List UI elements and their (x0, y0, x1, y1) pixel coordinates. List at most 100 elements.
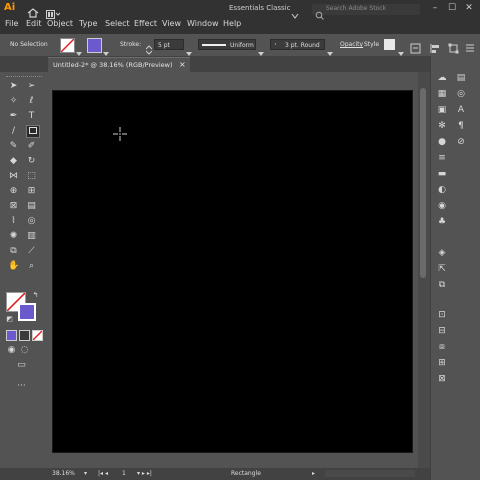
arrange-documents-icon[interactable] (46, 4, 61, 19)
status-menu-icon[interactable]: ▸ (312, 470, 315, 477)
menu-select[interactable]: Select (105, 19, 130, 28)
libraries-panel-icon[interactable]: ◎ (455, 89, 467, 99)
brushes-panel-icon[interactable]: ✻ (436, 121, 448, 131)
gradient-mode-button[interactable] (19, 330, 30, 341)
color-panel-icon[interactable]: ☁ (436, 73, 448, 83)
opacity-label[interactable]: Opacity (340, 41, 363, 48)
artboard[interactable] (52, 90, 413, 453)
transform-panel-icon[interactable]: ⊡ (436, 310, 448, 320)
magic-wand-tool-icon[interactable]: ✧ (8, 96, 19, 106)
eyedropper-tool-icon[interactable]: ⌇ (8, 216, 19, 226)
style-label: Style (364, 41, 380, 48)
color-mode-button[interactable] (6, 330, 17, 341)
document-tab-title: Untitled-2* @ 38.16% (RGB/Preview) (53, 61, 173, 69)
selection-tool-icon[interactable]: ➤ (8, 81, 19, 91)
minimize-button[interactable]: – (430, 3, 440, 13)
mesh-tool-icon[interactable]: ⊠ (8, 201, 19, 211)
swatches-panel-icon[interactable]: ▣ (436, 105, 448, 115)
default-colors-icon[interactable]: ◩ (4, 314, 15, 324)
symbols-panel-icon[interactable]: ● (436, 137, 448, 147)
graphic-style-swatch[interactable] (384, 39, 395, 50)
transparency-panel-icon[interactable]: ◐ (436, 185, 448, 195)
slice-tool-icon[interactable]: ⟋ (26, 246, 37, 256)
menu-file[interactable]: File (5, 19, 18, 28)
color-guide-icon[interactable]: ▦ (436, 89, 448, 99)
symbol-sprayer-tool-icon[interactable]: ✺ (8, 231, 19, 241)
vertical-scroll-thumb[interactable] (420, 88, 426, 278)
next-artboard-icon[interactable]: ▾ ▸ ▸| (137, 470, 152, 477)
perspective-grid-tool-icon[interactable]: ⊞ (26, 186, 37, 196)
artboard-number[interactable]: 1 (122, 470, 126, 477)
menu-edit[interactable]: Edit (26, 19, 42, 28)
opentype-panel-icon[interactable]: ⊘ (455, 137, 467, 147)
layers-panel-icon[interactable]: ◈ (436, 248, 448, 258)
lasso-tool-icon[interactable]: ℓ (26, 96, 37, 106)
eraser-tool-icon[interactable]: ◆ (8, 156, 19, 166)
stroke-weight-field[interactable]: 5 pt (154, 39, 184, 50)
direct-selection-tool-icon[interactable]: ➢ (26, 81, 37, 91)
character-panel-icon[interactable]: A (455, 105, 467, 115)
none-mode-button[interactable] (32, 330, 43, 341)
stroke-swatch[interactable] (87, 38, 102, 53)
draw-normal-icon[interactable]: ◉ (6, 345, 17, 355)
swap-fill-stroke-icon[interactable]: ↰ (30, 290, 41, 300)
close-document-button[interactable]: × (179, 60, 186, 69)
search-stock-input[interactable]: Search Adobe Stock (312, 4, 420, 20)
menu-object[interactable]: Object (47, 19, 73, 28)
pathfinder-panel-icon[interactable]: ⧈ (436, 342, 448, 352)
graphic-styles-panel-icon[interactable]: ♣ (436, 217, 448, 227)
maximize-button[interactable]: ☐ (447, 3, 457, 13)
brush-definition[interactable]: · 3 pt. Round (270, 39, 325, 50)
type-tool-icon[interactable]: T (26, 111, 37, 121)
width-tool-icon[interactable]: ⋈ (8, 171, 19, 181)
links-panel-icon[interactable]: ⊠ (436, 374, 448, 384)
fill-swatch[interactable] (60, 38, 75, 53)
menu-effect[interactable]: Effect (134, 19, 157, 28)
artboards-panel-icon[interactable]: ⧉ (436, 280, 448, 290)
appearance-panel-icon[interactable]: ◉ (436, 201, 448, 211)
column-graph-tool-icon[interactable]: ▥ (26, 231, 37, 241)
pen-tool-icon[interactable]: ✒ (8, 111, 19, 121)
stroke-label[interactable]: Stroke: (120, 41, 141, 48)
change-screen-mode-icon[interactable]: ▭ (16, 360, 27, 370)
draw-behind-icon[interactable]: ◌ (19, 345, 30, 355)
zoom-level[interactable]: 38.16% (52, 470, 75, 477)
status-bar: 38.16% ▾ |◂ ◂ 1 ▾ ▸ ▸| Rectangle ▸ (0, 468, 430, 480)
navigator-panel-icon[interactable]: ⊞ (436, 358, 448, 368)
stroke-color-box[interactable] (18, 303, 36, 321)
shaper-tool-icon[interactable]: ✐ (26, 141, 37, 151)
align-panel-icon[interactable]: ⊟ (436, 326, 448, 336)
zoom-tool-icon[interactable]: ⌕ (26, 261, 37, 271)
tools-grip[interactable] (6, 76, 42, 79)
menu-type[interactable]: Type (79, 19, 97, 28)
properties-panel-icon[interactable]: ▤ (455, 73, 467, 83)
paintbrush-tool-icon[interactable]: ✎ (8, 141, 19, 151)
rotate-tool-icon[interactable]: ↻ (26, 156, 37, 166)
variable-width-profile[interactable]: Uniform (198, 39, 256, 50)
edit-toolbar-icon[interactable]: ··· (16, 381, 27, 391)
horizontal-scrollbar[interactable] (325, 470, 415, 477)
workspace-dropdown-icon[interactable] (291, 5, 299, 19)
artboard-tool-icon[interactable]: ⧉ (8, 246, 19, 256)
zoom-dropdown-icon[interactable]: ▾ (84, 470, 87, 477)
asset-export-icon[interactable]: ⇱ (436, 264, 448, 274)
home-icon[interactable] (27, 3, 39, 18)
menu-window[interactable]: Window (187, 19, 219, 28)
workspace-switcher[interactable]: Essentials Classic (229, 4, 290, 12)
menu-help[interactable]: Help (223, 19, 241, 28)
gradient-tool-icon[interactable]: ▤ (26, 201, 37, 211)
free-transform-tool-icon[interactable]: ⬚ (26, 171, 37, 181)
paragraph-panel-icon[interactable]: ¶ (455, 121, 467, 131)
close-window-button[interactable]: ✕ (464, 3, 474, 13)
gradient-panel-icon[interactable]: ▬ (436, 169, 448, 179)
document-tab[interactable]: Untitled-2* @ 38.16% (RGB/Preview) × (48, 57, 190, 73)
shape-builder-tool-icon[interactable]: ⊕ (8, 186, 19, 196)
blend-tool-icon[interactable]: ◎ (26, 216, 37, 226)
first-artboard-icon[interactable]: |◂ ◂ (98, 470, 108, 477)
stroke-panel-icon[interactable]: ≡ (436, 153, 448, 163)
menu-view[interactable]: View (162, 19, 181, 28)
line-tool-icon[interactable]: / (8, 126, 19, 136)
rectangle-tool-icon[interactable] (26, 125, 40, 138)
tools-panel: ➤ ➢ ✧ ℓ ✒ T / ✎ ✐ ◆ ↻ ⋈ ⬚ ⊕ ⊞ ⊠ ▤ ⌇ ◎ ✺ … (0, 72, 48, 472)
hand-tool-icon[interactable]: ✋ (8, 261, 19, 271)
